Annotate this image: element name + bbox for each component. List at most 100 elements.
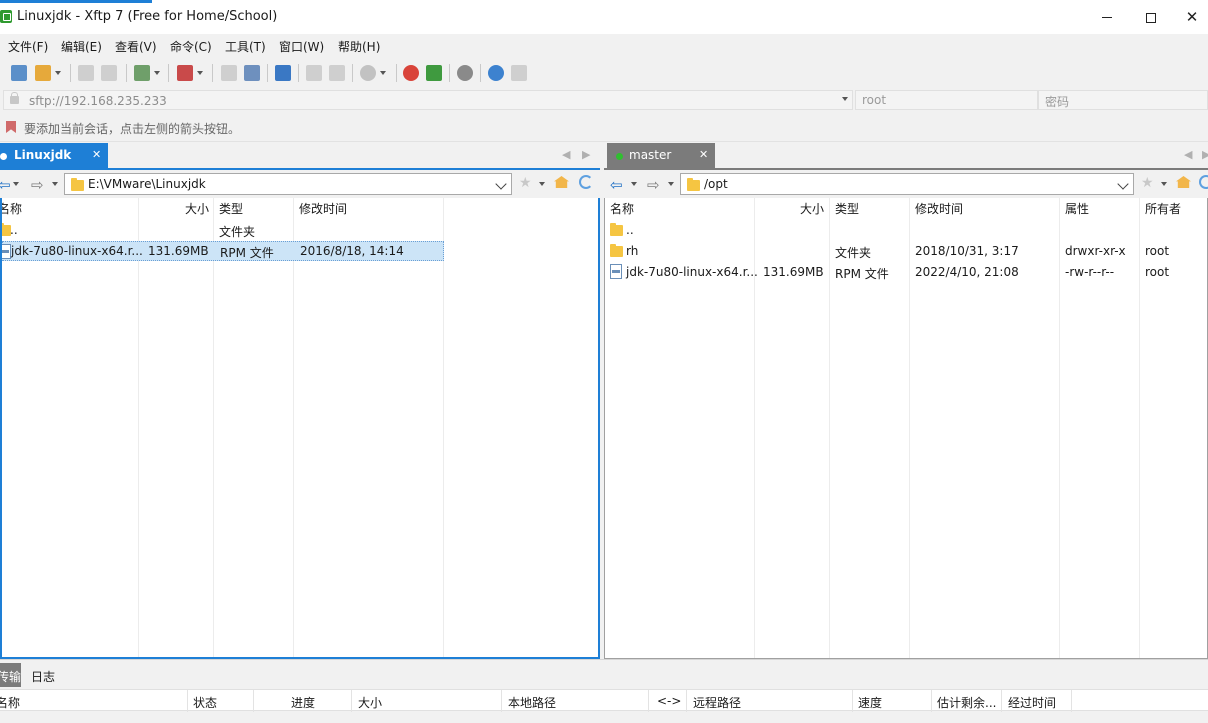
local-file-list[interactable]: 名称 ^ 大小 类型 修改时间 .. 文件夹 jdk-7u80-linux-x6… (0, 198, 600, 659)
chat-icon[interactable] (511, 65, 527, 81)
close-tab-icon[interactable]: ✕ (92, 148, 101, 161)
session-settings-icon[interactable] (134, 65, 160, 81)
remote-file-list[interactable]: 名称 ^ 大小 类型 修改时间 属性 所有者 .. rh 文件夹 2018/10… (604, 198, 1208, 659)
back-arrow-icon[interactable]: ⇦ (610, 176, 623, 194)
column-header-status[interactable]: 状态 (193, 694, 217, 711)
tab-scroll-right-icon[interactable]: ▶ (1202, 148, 1208, 161)
file-name: .. (10, 223, 18, 237)
favorites-dropdown[interactable] (1161, 182, 1167, 186)
table-row[interactable]: jdk-7u80-linux-x64.r... 131.69MB RPM 文件 … (2, 241, 444, 261)
table-row[interactable]: .. 文件夹 (2, 220, 598, 240)
menu-edit[interactable]: 编辑(E) (61, 38, 102, 55)
column-header-size[interactable]: 大小 (800, 200, 824, 220)
new-session-icon[interactable] (11, 65, 27, 81)
sync-icon[interactable] (275, 65, 291, 81)
menu-file[interactable]: 文件(F) (8, 38, 48, 55)
column-header-type[interactable]: 类型 (835, 200, 859, 220)
column-header-progress[interactable]: 进度 (291, 694, 315, 711)
bookmark-icon[interactable] (6, 121, 16, 133)
upload-icon[interactable] (221, 65, 237, 81)
tab-scroll-left-icon[interactable]: ◀ (1184, 148, 1192, 161)
rpm-file-icon (610, 264, 622, 279)
xshell-icon[interactable] (403, 65, 419, 81)
star-icon[interactable]: ★ (1141, 175, 1154, 191)
table-row[interactable]: jdk-7u80-linux-x64.r... 131.69MB RPM 文件 … (605, 262, 1207, 282)
home-icon[interactable] (554, 176, 569, 188)
back-arrow-icon[interactable]: ⇦ (0, 176, 11, 194)
forward-arrow-icon[interactable]: ⇨ (31, 176, 44, 194)
tab-label: master (629, 148, 672, 162)
local-path-input[interactable]: E:\VMware\Linuxjdk (64, 173, 512, 195)
username-field[interactable]: root (855, 90, 1038, 110)
connect-icon[interactable] (78, 65, 94, 81)
column-header-name[interactable]: 名称 (0, 694, 20, 711)
gear-icon[interactable] (457, 65, 473, 81)
folder-icon (71, 178, 84, 191)
xftp-icon[interactable] (426, 65, 442, 81)
column-header-owner[interactable]: 所有者 (1145, 200, 1181, 220)
tab-transfers[interactable]: 传输 (0, 663, 21, 687)
column-header-direction[interactable]: <-> (657, 694, 681, 708)
close-window-button[interactable]: ✕ (1170, 4, 1208, 30)
refresh-icon[interactable] (1199, 175, 1208, 189)
close-tab-icon[interactable]: ✕ (699, 148, 708, 161)
tab-scroll-right-icon[interactable]: ▶ (582, 148, 590, 161)
column-header-name[interactable]: 名称 (610, 200, 634, 220)
password-field[interactable]: 密码 (1038, 90, 1208, 110)
chevron-down-icon[interactable] (1117, 178, 1129, 190)
back-history-dropdown[interactable] (13, 182, 19, 186)
status-circle-icon[interactable] (360, 65, 386, 81)
tab-local-session[interactable]: Linuxjdk ✕ (0, 143, 108, 168)
menu-view[interactable]: 查看(V) (115, 38, 157, 55)
toolbar-separator (298, 64, 299, 82)
open-folder-icon[interactable] (35, 65, 61, 81)
refresh-icon[interactable] (579, 175, 593, 189)
home-icon[interactable] (1176, 176, 1191, 188)
chevron-down-icon[interactable] (842, 97, 848, 101)
forward-history-dropdown[interactable] (52, 182, 58, 186)
chevron-down-icon[interactable] (495, 178, 507, 190)
column-header-eta[interactable]: 估计剩余... (937, 694, 996, 711)
column-header-modified[interactable]: 修改时间 (915, 200, 963, 220)
column-header-type[interactable]: 类型 (219, 200, 243, 220)
table-row[interactable]: rh 文件夹 2018/10/31, 3:17 drwxr-xr-x root (605, 241, 1207, 261)
column-header-size[interactable]: 大小 (185, 200, 209, 220)
host-address-field[interactable]: sftp://192.168.235.233 (3, 90, 853, 110)
star-icon[interactable]: ★ (519, 175, 532, 191)
column-header-remote-path[interactable]: 远程路径 (693, 694, 741, 711)
back-history-dropdown[interactable] (631, 182, 637, 186)
forward-arrow-icon[interactable]: ⇨ (647, 176, 660, 194)
table-row[interactable]: .. (605, 220, 1207, 240)
menu-tools[interactable]: 工具(T) (225, 38, 266, 55)
forward-history-dropdown[interactable] (668, 182, 674, 186)
title-bar[interactable]: Linuxjdk - Xftp 7 (Free for Home/School)… (0, 0, 1208, 34)
column-divider (931, 690, 932, 712)
file-modified: 2022/4/10, 21:08 (915, 265, 1019, 279)
column-header-attributes[interactable]: 属性 (1065, 200, 1089, 220)
disconnect-icon[interactable] (101, 65, 117, 81)
favorites-dropdown[interactable] (539, 182, 545, 186)
help-icon[interactable] (488, 65, 504, 81)
column-header-modified[interactable]: 修改时间 (299, 200, 347, 220)
column-header-elapsed[interactable]: 经过时间 (1008, 694, 1056, 711)
paste-icon[interactable] (329, 65, 345, 81)
menu-window[interactable]: 窗口(W) (279, 38, 324, 55)
column-header-size[interactable]: 大小 (358, 694, 382, 711)
transfer-panel: 传输 日志 名称 状态 进度 大小 本地路径 <-> 远程路径 速度 估计剩余.… (0, 659, 1208, 723)
copy-icon[interactable] (306, 65, 322, 81)
column-header-name[interactable]: 名称 (2, 200, 22, 220)
menu-help[interactable]: 帮助(H) (338, 38, 380, 55)
column-header-local-path[interactable]: 本地路径 (508, 694, 556, 711)
menu-command[interactable]: 命令(C) (170, 38, 212, 55)
column-divider (138, 198, 139, 657)
tab-remote-session[interactable]: master ✕ (607, 143, 715, 168)
remote-path-input[interactable]: /opt (680, 173, 1134, 195)
tab-label: Linuxjdk (14, 148, 72, 162)
tab-log[interactable]: 日志 (31, 663, 55, 687)
maximize-button[interactable] (1129, 4, 1173, 30)
terminal-icon[interactable] (177, 65, 203, 81)
download-icon[interactable] (244, 65, 260, 81)
minimize-button[interactable] (1085, 4, 1129, 30)
column-header-speed[interactable]: 速度 (858, 694, 882, 711)
tab-scroll-left-icon[interactable]: ◀ (562, 148, 570, 161)
